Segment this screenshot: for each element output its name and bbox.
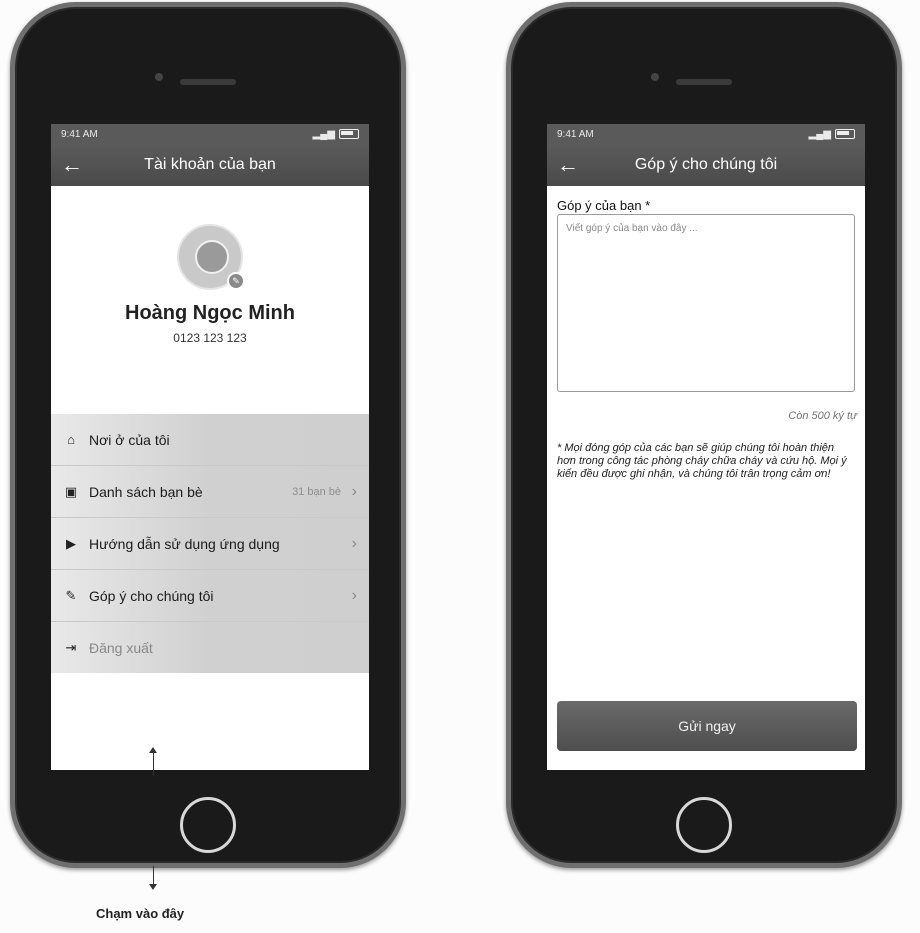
nav-bar: ← Góp ý cho chúng tôi [547,144,865,186]
front-camera [651,73,659,81]
annotation-arrow-down [153,866,154,884]
feedback-icon: ✎ [65,587,77,603]
earpiece-speaker [676,79,732,85]
phone-frame-right: 9:41 AM ▂▄▆ ← Góp ý cho chúng tôi Góp ý … [506,2,902,868]
annotation-arrow-up [153,752,154,776]
menu-item-logout[interactable]: ⇥ Đăng xuất [51,622,369,673]
menu-item-guide[interactable]: ▶ Hướng dẫn sử dụng ứng dụng › [51,518,369,570]
arrow-up-icon [149,747,157,753]
page-title: Góp ý cho chúng tôi [634,156,778,173]
menu-item-home[interactable]: ⌂ Nơi ở của tôi [51,414,369,466]
status-bar: 9:41 AM ▂▄▆ [51,124,369,144]
status-time: 9:41 AM [61,128,98,140]
profile-phone: 0123 123 123 [173,331,247,345]
earpiece-speaker [180,79,236,85]
camera-icon: ✎ [227,272,245,290]
home-button[interactable] [676,797,732,853]
avatar[interactable]: ✎ [177,224,245,290]
profile-name: Hoàng Ngọc Minh [125,302,295,324]
feedback-label: Góp ý của bạn * [557,198,651,213]
nav-bar: ← Tài khoản của bạn [51,144,369,186]
signal-icon: ▂▄▆ [312,128,335,140]
friend-count: 31 bạn bè [292,485,341,498]
char-counter: Còn 500 ký tự [788,410,857,422]
annotation-caption: Chạm vào đây [96,906,185,921]
status-bar: 9:41 AM ▂▄▆ [547,124,865,144]
feedback-note: * Mọi đóng góp của các bạn sẽ giúp chúng… [557,442,847,480]
back-arrow-icon[interactable]: ← [557,152,579,178]
menu-item-label: Nơi ở của tôi [89,431,170,448]
page-title: Tài khoản của bạn [144,156,276,173]
menu-item-label: Góp ý cho chúng tôi [89,587,214,604]
menu-item-label: Danh sách bạn bè [89,483,203,500]
feedback-input[interactable] [557,214,855,392]
menu-item-label: Đăng xuất [89,639,153,656]
logout-icon: ⇥ [65,639,77,655]
account-screen: 9:41 AM ▂▄▆ ← Tài khoản của bạn ✎ Hoàng … [51,124,369,770]
menu-item-feedback[interactable]: ✎ Góp ý cho chúng tôi › [51,570,369,622]
arrow-down-icon [149,884,157,890]
battery-icon [339,129,359,139]
back-arrow-icon[interactable]: ← [61,152,83,178]
guide-icon: ▶ [66,535,76,551]
menu-item-friends[interactable]: ▣ Danh sách bạn bè 31 bạn bè › [51,466,369,518]
profile-section: ✎ Hoàng Ngọc Minh 0123 123 123 [51,186,369,345]
user-icon [195,240,229,274]
chevron-right-icon: › [351,586,357,604]
status-time: 9:41 AM [557,128,594,140]
phone-frame-left: 9:41 AM ▂▄▆ ← Tài khoản của bạn ✎ Hoàng … [10,2,406,868]
chevron-right-icon: › [351,534,357,552]
menu-item-label: Hướng dẫn sử dụng ứng dụng [89,535,280,552]
submit-button[interactable]: Gửi ngay [557,701,857,751]
account-menu: ⌂ Nơi ở của tôi ▣ Danh sách bạn bè 31 bạ… [51,414,369,673]
feedback-screen: 9:41 AM ▂▄▆ ← Góp ý cho chúng tôi Góp ý … [547,124,865,770]
chevron-right-icon: › [351,482,357,500]
signal-icon: ▂▄▆ [808,128,831,140]
home-icon: ⌂ [67,432,75,447]
home-button[interactable] [180,797,236,853]
front-camera [155,73,163,81]
battery-icon [835,129,855,139]
contacts-icon: ▣ [64,483,78,499]
